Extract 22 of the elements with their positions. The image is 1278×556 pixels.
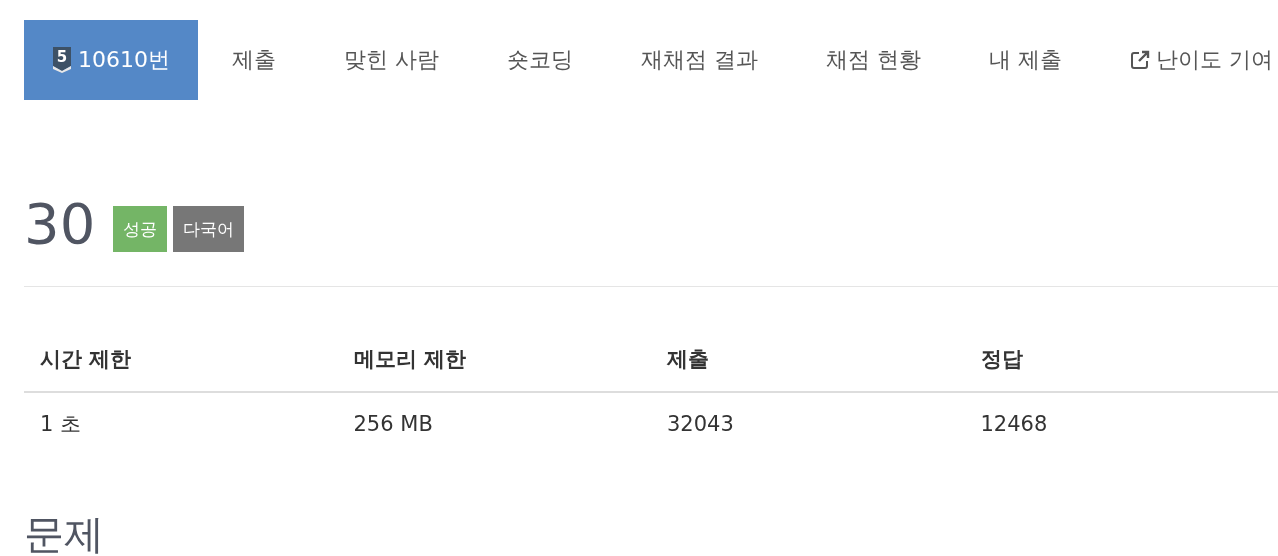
nav-tab[interactable]: 재채점 결과 (607, 20, 792, 100)
tier-badge-icon: 5 (52, 47, 72, 73)
column-header: 제출 (651, 327, 965, 392)
table-cell: 12468 (964, 392, 1278, 455)
nav-tab[interactable]: 5 10610번 (24, 20, 198, 100)
nav-tab[interactable]: 숏코딩 (473, 20, 607, 100)
problem-title: 30 (24, 190, 96, 256)
external-link-icon (1130, 50, 1150, 70)
table-cell: 256 MB (337, 392, 651, 455)
table-cell: 32043 (651, 392, 965, 455)
nav-tab[interactable]: 난이도 기여 (1096, 20, 1278, 100)
column-header: 정답 (964, 327, 1278, 392)
table-cell: 1 초 (24, 392, 338, 455)
column-header: 시간 제한 (24, 327, 338, 392)
status-label: 성공 (113, 206, 168, 252)
column-header: 메모리 제한 (337, 327, 651, 392)
nav-tab[interactable]: 내 제출 (955, 20, 1096, 100)
section-heading: 문제 (24, 510, 105, 556)
nav-tab[interactable]: 맞힌 사람 (310, 20, 473, 100)
nav-tab[interactable]: 채점 현황 (792, 20, 955, 100)
status-label: 다국어 (173, 206, 245, 252)
nav-tab[interactable]: 제출 (198, 20, 310, 100)
